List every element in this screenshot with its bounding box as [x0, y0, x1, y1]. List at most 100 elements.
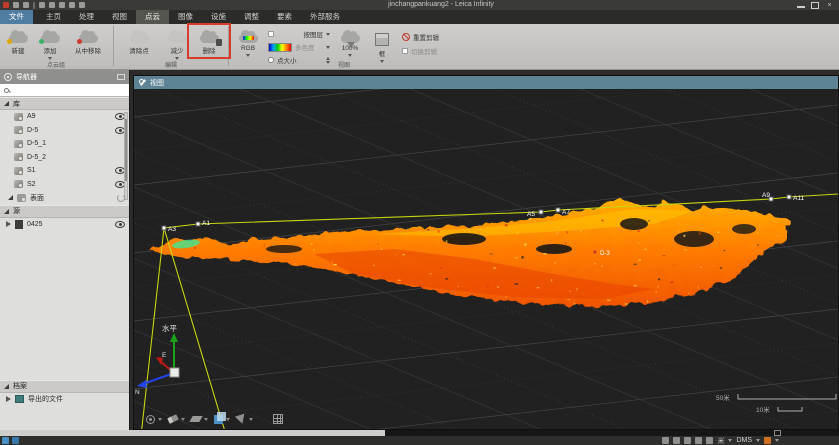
navigator-panel: 导航器 库 A9 D-5 D-5_1 — [0, 70, 130, 430]
tab-adjustment[interactable]: 调整 — [235, 10, 268, 24]
tab-home[interactable]: 主页 — [37, 10, 70, 24]
tab-features[interactable]: 要素 — [268, 10, 301, 24]
tree-scrollbar[interactable] — [124, 112, 128, 200]
svg-text:A3: A3 — [168, 226, 176, 233]
tab-external-services[interactable]: 外部服务 — [301, 10, 349, 24]
expanded-triangle-icon[interactable] — [4, 101, 9, 106]
slice-plane-button[interactable] — [191, 416, 208, 422]
section-archive[interactable]: 档案 — [0, 380, 129, 393]
tree-item-a9[interactable]: A9 — [0, 110, 129, 124]
maximize-button[interactable] — [811, 2, 819, 9]
cloud-rgb-icon — [239, 34, 258, 43]
clear-points-button[interactable]: 清除点 — [117, 26, 161, 55]
rgb-colorize-button[interactable]: RGB — [232, 26, 264, 57]
checkbox-icon[interactable] — [402, 48, 408, 54]
layers-status-icon[interactable] — [2, 437, 9, 444]
chevron-down-icon — [775, 439, 779, 442]
scan-file-icon — [15, 220, 23, 229]
color-gradient-icon — [268, 43, 292, 52]
tree-item-exported-files[interactable]: 导出的文件 — [0, 393, 129, 407]
capture-icon[interactable] — [49, 2, 55, 8]
group-pointcloud: 新建 添加 从中移除 点云组 — [0, 24, 112, 69]
tab-infrastructure[interactable]: 设施 — [202, 10, 235, 24]
origin-cube — [170, 368, 179, 377]
tree-item-surfaces[interactable]: 表面 — [0, 191, 129, 205]
3d-canvas[interactable]: A3 A1 A5 A7 A9 A11 D-3 水平 E — [134, 89, 838, 429]
chevron-down-icon — [204, 418, 208, 421]
save-status-icon[interactable] — [684, 437, 691, 444]
orbit-tool-button[interactable] — [146, 415, 162, 424]
angle-format-selector[interactable]: DMS — [736, 437, 752, 444]
group-label: 视图 — [230, 60, 458, 69]
dock-window-icon[interactable] — [117, 74, 125, 80]
layers-view-button[interactable] — [214, 415, 230, 424]
by-layer-row[interactable]: 按图层 — [268, 29, 330, 39]
undo-icon[interactable] — [13, 2, 19, 8]
chevron-down-icon — [728, 439, 732, 442]
tree-item-s2[interactable]: S2 — [0, 178, 129, 192]
unit-selector[interactable]: 米 — [717, 436, 724, 445]
search-input[interactable] — [12, 85, 125, 96]
point-cloud[interactable] — [150, 199, 791, 308]
visibility-eye-icon[interactable] — [115, 221, 125, 228]
cloud-new-icon — [9, 34, 28, 43]
grid-status-icon[interactable] — [695, 437, 702, 444]
clip-box-button[interactable]: 框 — [366, 26, 398, 63]
close-tool-icon[interactable] — [69, 2, 75, 8]
map-status-icon[interactable] — [12, 437, 19, 444]
tab-file[interactable]: 文件 — [0, 10, 33, 24]
collapsed-triangle-icon[interactable] — [6, 396, 11, 402]
tree-item-d5-1[interactable]: D-5_1 — [0, 137, 129, 151]
tab-pointcloud[interactable]: 点云 — [136, 10, 169, 24]
grid-toggle-button[interactable] — [273, 414, 283, 424]
multicolor-row[interactable]: 多色度 — [268, 42, 330, 52]
expanded-triangle-icon[interactable] — [4, 209, 9, 214]
cloud-filter-icon — [341, 34, 360, 43]
navigator-search[interactable] — [0, 84, 129, 97]
cell-status-icon[interactable] — [706, 437, 713, 444]
minimize-button[interactable] — [797, 2, 805, 8]
scanstation-icon — [14, 153, 23, 161]
svg-text:A9: A9 — [762, 192, 770, 199]
tree-item-d5[interactable]: D-5 — [0, 124, 129, 138]
file-status-icon[interactable] — [673, 437, 680, 444]
scanstation-icon — [14, 167, 23, 175]
tree-item-s1[interactable]: S1 — [0, 164, 129, 178]
tab-processing[interactable]: 处理 — [70, 10, 103, 24]
window-icon[interactable] — [59, 2, 65, 8]
tree-item-d5-2[interactable]: D-5_2 — [0, 151, 129, 165]
section-sources[interactable]: 源 — [0, 205, 129, 218]
section-library[interactable]: 库 — [0, 97, 129, 110]
navigator-header: 导航器 — [0, 70, 129, 84]
rainbow-icon — [243, 36, 254, 40]
tab-imaging[interactable]: 图像 — [169, 10, 202, 24]
expanded-triangle-icon[interactable] — [8, 195, 13, 200]
zoom-100-button[interactable]: 100% — [334, 26, 366, 57]
tab-view[interactable]: 视图 — [103, 10, 136, 24]
add-to-pointcloud-button[interactable]: 添加 — [34, 26, 66, 60]
redo-icon[interactable] — [23, 2, 29, 8]
collapsed-triangle-icon[interactable] — [6, 221, 11, 227]
toggle-clip-button[interactable]: 切换剪辑 — [402, 46, 439, 56]
cloud-clear-icon — [130, 34, 149, 43]
checkbox-icon[interactable] — [268, 31, 274, 37]
delete-points-button[interactable]: 删除 — [193, 26, 225, 55]
new-pointcloud-button[interactable]: 新建 — [2, 26, 34, 55]
cone-marker-button[interactable] — [236, 415, 253, 424]
close-button[interactable]: × — [825, 2, 834, 9]
viewport-title: 视图 — [150, 78, 164, 88]
svg-text:D-3: D-3 — [600, 251, 610, 257]
reset-clip-button[interactable]: 重置剪辑 — [402, 32, 439, 42]
coordinate-system-icon[interactable] — [764, 437, 771, 444]
settings-icon[interactable] — [39, 2, 45, 8]
view-tool-icon — [139, 79, 146, 86]
expanded-triangle-icon[interactable] — [4, 384, 9, 389]
scrollbar-thumb[interactable] — [125, 119, 127, 181]
exported-folder-icon — [15, 395, 24, 403]
remove-from-pointcloud-button[interactable]: 从中移除 — [66, 26, 110, 55]
status-bar: 米 DMS — [0, 436, 839, 445]
view-settings-icon[interactable] — [662, 437, 669, 444]
tree-item-0425[interactable]: 0425 — [0, 218, 129, 232]
eraser-tool-button[interactable] — [168, 416, 185, 422]
cloud-remove-icon — [79, 34, 98, 43]
